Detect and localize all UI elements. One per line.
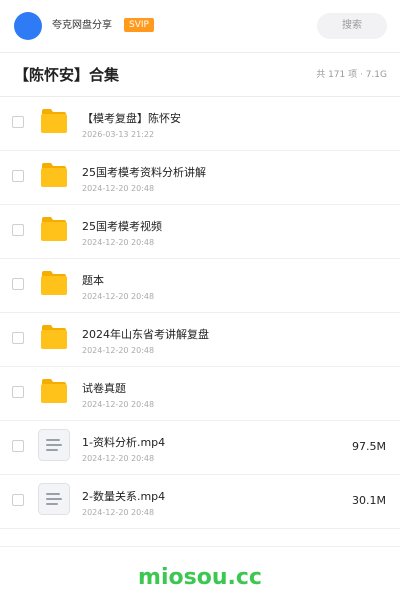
- item-date: 2024-12-20 20:48: [82, 238, 155, 247]
- page-title: 【陈怀安】合集: [14, 66, 120, 84]
- collection-header: 【陈怀安】合集 共 171 项 · 7.1G: [0, 53, 400, 97]
- select-checkbox[interactable]: [12, 386, 24, 398]
- watermark: miosou.cc: [138, 565, 262, 590]
- folder-icon: [40, 108, 68, 134]
- item-name[interactable]: 【模考复盘】陈怀安: [82, 112, 181, 126]
- item-name[interactable]: 1-资料分析.mp4: [82, 436, 165, 450]
- item-date: 2024-12-20 20:48: [82, 400, 155, 409]
- file-icon: [38, 429, 70, 461]
- item-size: 30.1M: [352, 494, 386, 507]
- select-checkbox[interactable]: [12, 440, 24, 452]
- folder-icon: [40, 270, 68, 296]
- item-date: 2024-12-20 20:48: [82, 346, 155, 355]
- list-item[interactable]: 题本 2024-12-20 20:48: [0, 259, 400, 313]
- folder-icon: [40, 378, 68, 404]
- file-list: 【模考复盘】陈怀安 2026-03-13 21:22 25国考模考资料分析讲解 202…: [0, 97, 400, 529]
- item-date: 2026-03-13 21:22: [82, 130, 155, 139]
- select-checkbox[interactable]: [12, 224, 24, 236]
- item-name[interactable]: 25国考模考资料分析讲解: [82, 166, 206, 180]
- folder-icon: [40, 216, 68, 242]
- item-date: 2024-12-20 20:48: [82, 508, 155, 517]
- file-icon: [38, 483, 70, 515]
- item-date: 2024-12-20 20:48: [82, 292, 155, 301]
- select-checkbox[interactable]: [12, 494, 24, 506]
- svip-badge: SVIP: [124, 18, 154, 32]
- list-item[interactable]: 试卷真题 2024-12-20 20:48: [0, 367, 400, 421]
- list-item[interactable]: 25国考模考视频 2024-12-20 20:48: [0, 205, 400, 259]
- list-item[interactable]: 【模考复盘】陈怀安 2026-03-13 21:22: [0, 97, 400, 151]
- select-checkbox[interactable]: [12, 332, 24, 344]
- list-item[interactable]: 25国考模考资料分析讲解 2024-12-20 20:48: [0, 151, 400, 205]
- list-item[interactable]: 2-数量关系.mp4 2024-12-20 20:48 30.1M: [0, 475, 400, 529]
- item-name[interactable]: 2024年山东省考讲解复盘: [82, 328, 209, 342]
- item-date: 2024-12-20 20:48: [82, 184, 155, 193]
- item-count-summary: 共 171 项 · 7.1G: [316, 70, 387, 80]
- share-name: 夸克网盘分享: [52, 20, 112, 31]
- list-item[interactable]: 2024年山东省考讲解复盘 2024-12-20 20:48: [0, 313, 400, 367]
- select-checkbox[interactable]: [12, 170, 24, 182]
- item-date: 2024-12-20 20:48: [82, 454, 155, 463]
- select-checkbox[interactable]: [12, 278, 24, 290]
- item-size: 97.5M: [352, 440, 386, 453]
- folder-icon: [40, 162, 68, 188]
- avatar[interactable]: [14, 12, 42, 40]
- folder-icon: [40, 324, 68, 350]
- top-bar: 夸克网盘分享 SVIP 搜索: [0, 0, 400, 53]
- item-name[interactable]: 题本: [82, 274, 104, 288]
- search-button[interactable]: 搜索: [317, 13, 387, 39]
- item-name[interactable]: 2-数量关系.mp4: [82, 490, 165, 504]
- item-name[interactable]: 试卷真题: [82, 382, 126, 396]
- item-name[interactable]: 25国考模考视频: [82, 220, 162, 234]
- select-checkbox[interactable]: [12, 116, 24, 128]
- list-item[interactable]: 1-资料分析.mp4 2024-12-20 20:48 97.5M: [0, 421, 400, 475]
- footer: miosou.cc: [0, 546, 400, 601]
